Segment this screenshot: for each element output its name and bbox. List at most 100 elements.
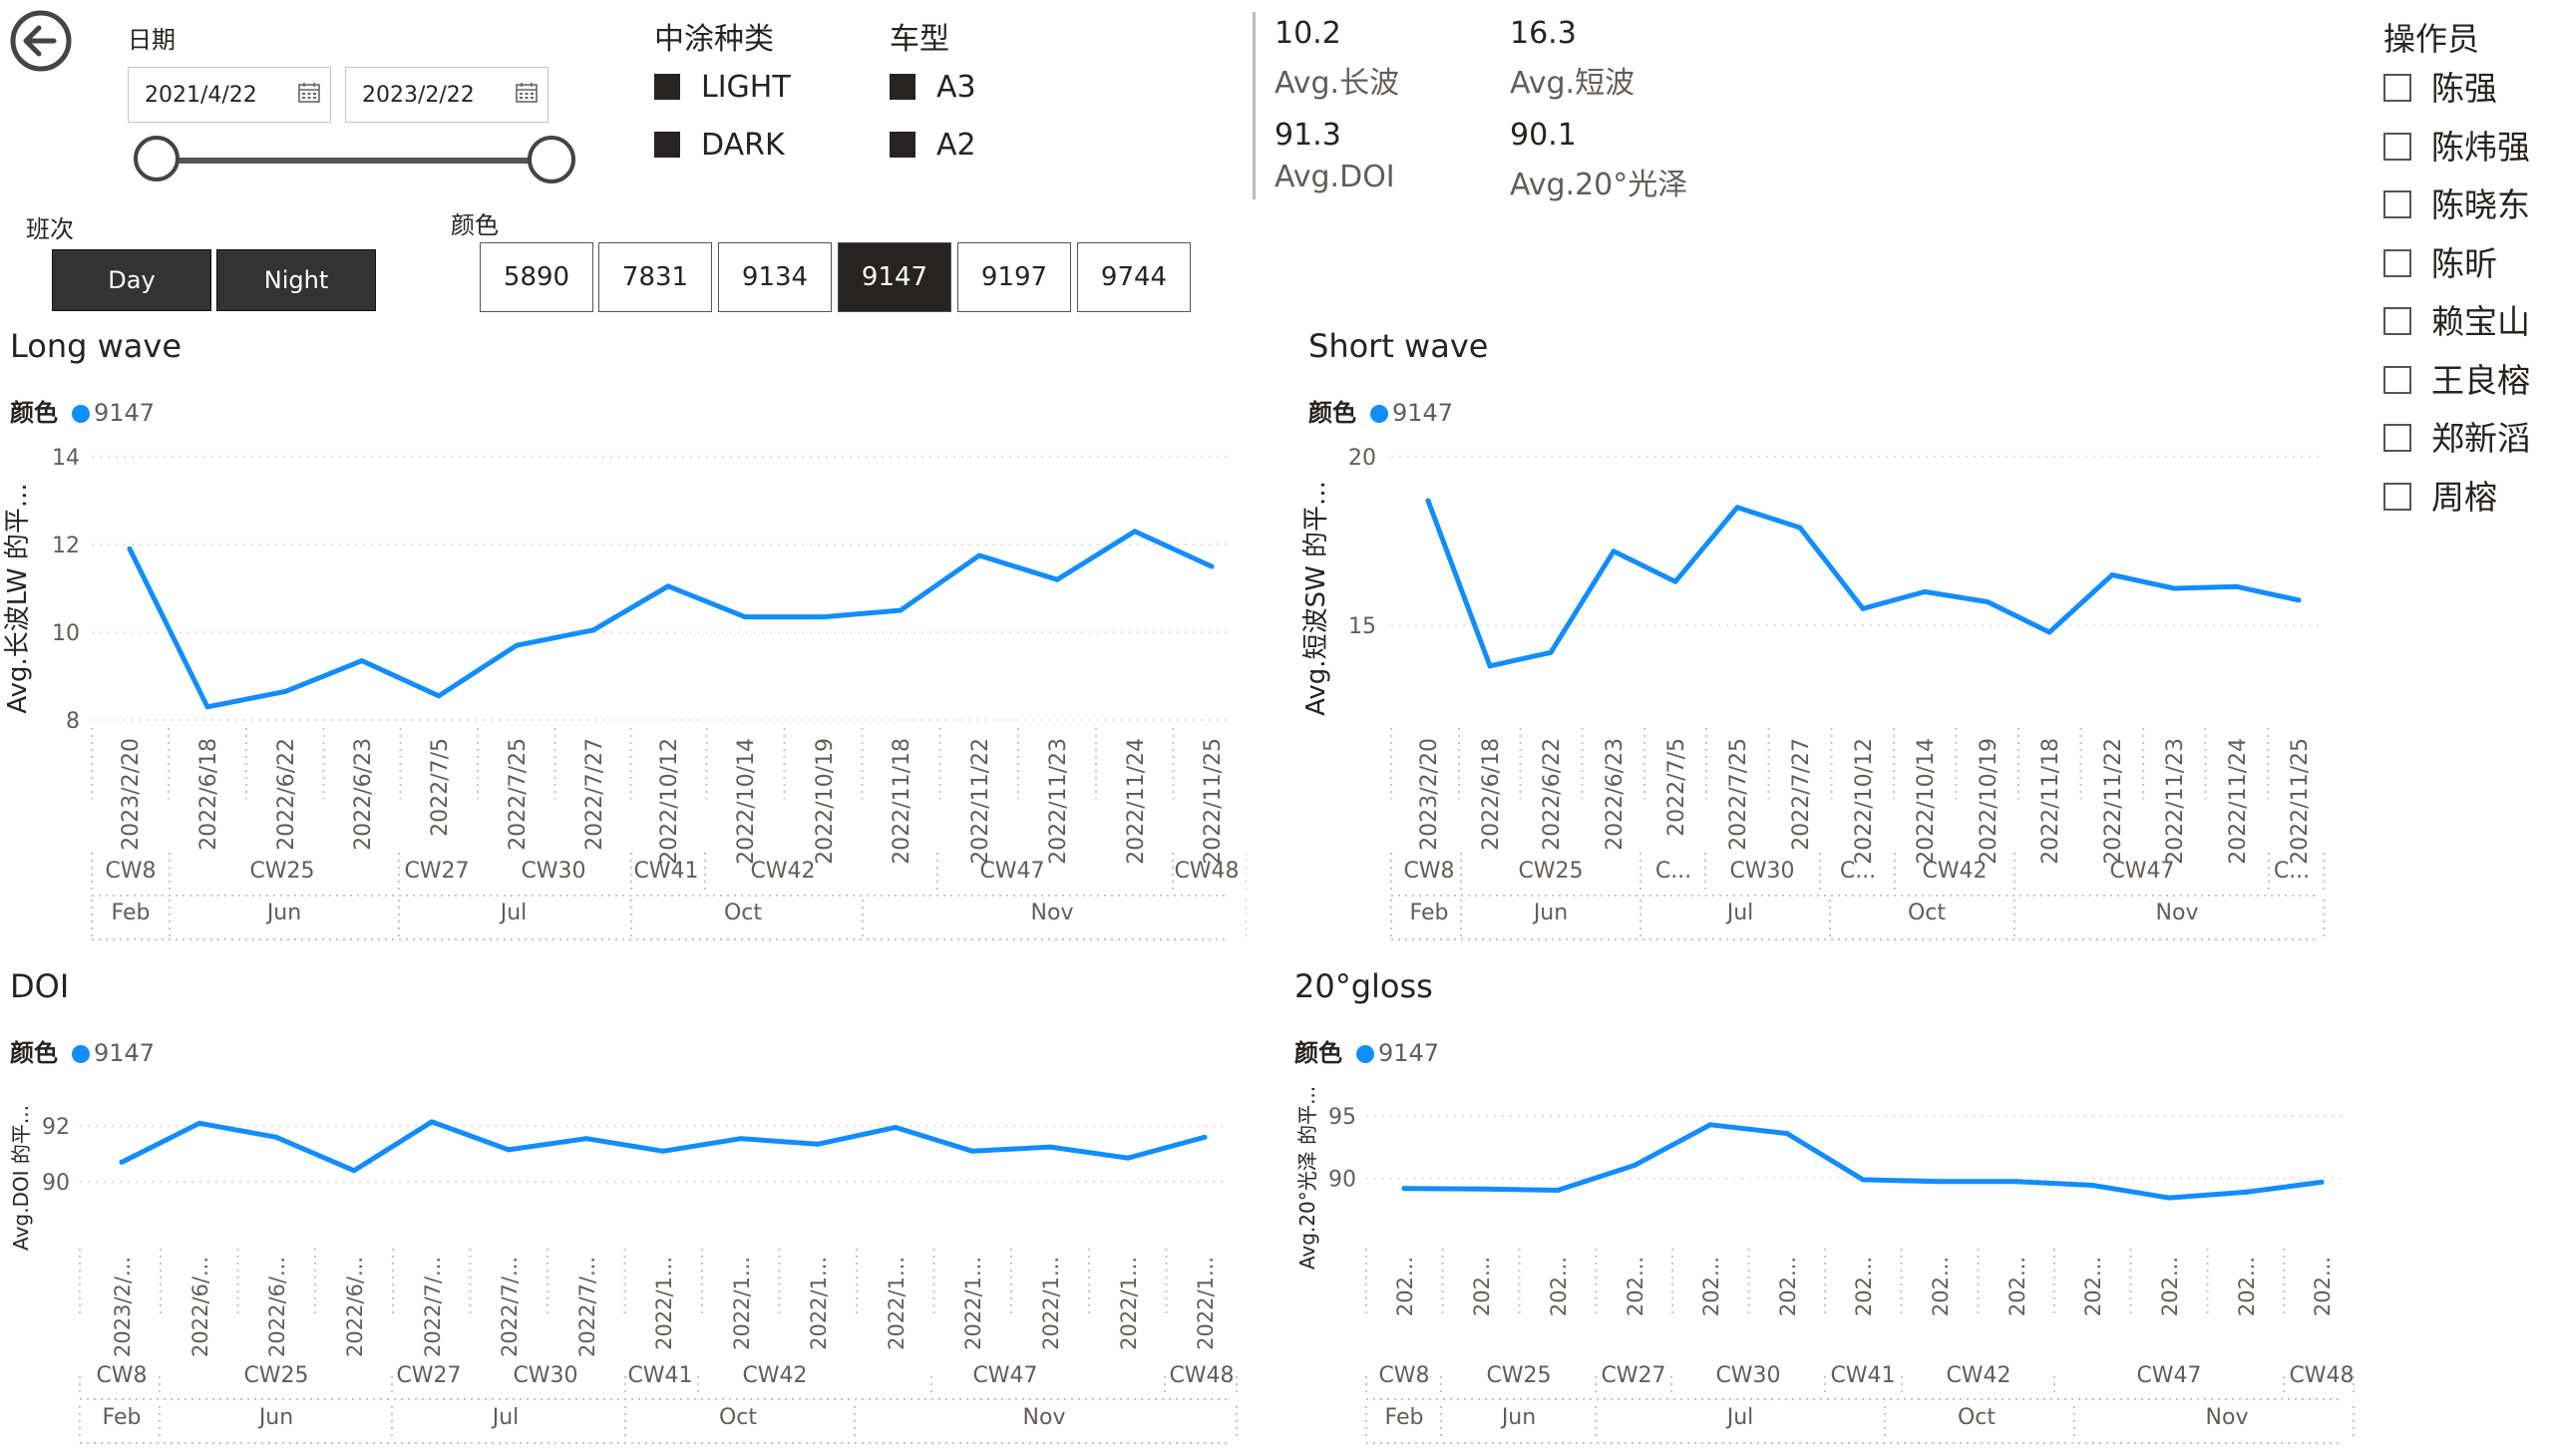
data-point: [583, 1136, 589, 1142]
operator-option[interactable]: 周榕: [2383, 477, 2543, 519]
week-label: CW42: [1922, 859, 1987, 884]
legend-value: 9147: [94, 399, 156, 427]
week-label: CW47: [2109, 859, 2174, 884]
date-slider-start-handle[interactable]: [134, 136, 180, 182]
series-line: [119, 1119, 1208, 1174]
model-option-a2[interactable]: A2: [890, 126, 989, 166]
color-option-9147[interactable]: 9147: [838, 242, 951, 312]
checkbox-checked-icon[interactable]: [654, 132, 680, 158]
data-point: [969, 1148, 975, 1154]
x-tick-label: 2022/1...: [807, 1257, 831, 1350]
coating-option-light[interactable]: LIGHT: [654, 68, 804, 108]
date-slider-end-handle[interactable]: [528, 136, 575, 183]
checkbox-icon[interactable]: [2383, 248, 2411, 277]
week-label: CW25: [243, 1363, 308, 1388]
checkbox-checked-icon[interactable]: [890, 132, 915, 158]
data-point: [2046, 629, 2052, 635]
shift-night-button[interactable]: Night: [216, 249, 376, 311]
doi-chart: 92 90 Avg.DOI 的平... 2023/2/... 2022/6/... 202…: [9, 1105, 1238, 1444]
short-wave-chart-title: Short wave: [1308, 327, 1489, 365]
operator-option[interactable]: 陈炜强: [2383, 127, 2543, 169]
x-tick-label: 2023/2/20: [1417, 738, 1442, 851]
month-label: Jul: [1725, 901, 1754, 925]
end-date-input[interactable]: 2023/2/22: [345, 67, 548, 123]
x-tick-label: 2022/11/18: [2038, 738, 2063, 865]
model-option-label: A2: [936, 128, 976, 163]
x-tick-label: 2022/6/23: [351, 738, 376, 851]
operator-option-label: 陈炜强: [2431, 127, 2530, 167]
checkbox-icon[interactable]: [2383, 482, 2411, 511]
operator-option-label: 赖宝山: [2431, 302, 2530, 341]
x-tick-label: 2022/11/23: [1046, 738, 1071, 865]
kpi-doi-value: 91.3: [1275, 118, 1341, 153]
color-option-5890[interactable]: 5890: [480, 242, 593, 312]
month-label: Jul: [499, 901, 528, 925]
checkbox-icon[interactable]: [2383, 190, 2411, 218]
color-option-7831[interactable]: 7831: [598, 242, 712, 312]
checkbox-checked-icon[interactable]: [890, 74, 915, 100]
date-range-slider-track[interactable]: [160, 158, 550, 164]
x-tick-label: 202...: [1699, 1257, 1723, 1316]
x-tick-label: 2022/6/18: [196, 738, 221, 851]
model-option-a3[interactable]: A3: [890, 68, 989, 108]
color-option-9134[interactable]: 9134: [718, 242, 832, 312]
checkbox-icon[interactable]: [2383, 74, 2411, 102]
x-tick-label: 2022/1...: [652, 1257, 676, 1350]
operator-option[interactable]: 陈强: [2383, 68, 2543, 110]
week-label: CW41: [1830, 1363, 1895, 1388]
coating-option-dark[interactable]: DARK: [654, 126, 804, 166]
y-tick-label: 20: [1348, 446, 1376, 471]
month-label: Feb: [112, 901, 151, 925]
series-line: [1401, 1122, 2325, 1201]
checkbox-icon[interactable]: [2383, 307, 2411, 335]
kpi-short-wave-label: Avg.短波: [1510, 66, 1636, 101]
operator-option-label: 王良榕: [2431, 360, 2530, 400]
week-label: CW42: [742, 1363, 807, 1388]
x-tick-label: 2022/7/5: [1664, 738, 1689, 837]
start-date-value: 2021/4/22: [145, 83, 257, 108]
checkbox-icon[interactable]: [2383, 365, 2411, 394]
operator-option[interactable]: 郑新滔: [2383, 418, 2543, 460]
color-option-9197[interactable]: 9197: [957, 242, 1071, 312]
operator-option[interactable]: 王良榕: [2383, 360, 2543, 402]
checkbox-icon[interactable]: [2383, 132, 2411, 161]
week-label: CW8: [1378, 1363, 1429, 1388]
data-point: [1401, 1186, 1407, 1192]
calendar-icon[interactable]: [298, 82, 320, 104]
operator-option[interactable]: 陈晓东: [2383, 184, 2543, 226]
operator-option-label: 陈晓东: [2431, 185, 2530, 224]
date-filter-label: 日期: [128, 26, 176, 54]
operator-option[interactable]: 陈昕: [2383, 243, 2543, 285]
doi-chart-title: DOI: [10, 967, 70, 1005]
start-date-input[interactable]: 2021/4/22: [128, 67, 331, 123]
color-option-9744[interactable]: 9744: [1077, 242, 1191, 312]
data-point: [1425, 498, 1431, 504]
calendar-icon[interactable]: [516, 82, 538, 104]
operator-option[interactable]: 赖宝山: [2383, 301, 2543, 343]
week-label: CW48: [1174, 859, 1239, 884]
x-tick-label: 202...: [2158, 1257, 2182, 1316]
x-tick-label: 2022/10/14: [1914, 738, 1939, 865]
y-tick-label: 15: [1348, 614, 1376, 639]
checkbox-icon[interactable]: [2383, 424, 2411, 452]
x-tick-label: 202...: [1776, 1257, 1800, 1316]
back-arrow-icon[interactable]: [8, 8, 74, 74]
month-label: Nov: [2156, 901, 2199, 925]
data-point: [2234, 583, 2240, 589]
data-point: [976, 552, 982, 558]
data-point: [2296, 597, 2302, 603]
data-point: [1937, 1179, 1943, 1185]
data-point: [898, 607, 904, 613]
x-tick-label: 2022/1...: [961, 1257, 985, 1350]
y-tick-label: 10: [52, 621, 80, 646]
data-point: [1734, 505, 1740, 511]
series-line: [127, 529, 1215, 710]
x-tick-label: 202...: [2081, 1257, 2105, 1316]
checkbox-checked-icon[interactable]: [654, 74, 680, 100]
month-label: Jul: [491, 1405, 520, 1430]
x-tick-label: 2022/7/...: [421, 1257, 445, 1357]
x-tick-label: 202...: [1624, 1257, 1647, 1316]
shift-day-button[interactable]: Day: [52, 249, 211, 311]
data-point: [590, 627, 596, 633]
week-label: CW47: [979, 859, 1044, 884]
